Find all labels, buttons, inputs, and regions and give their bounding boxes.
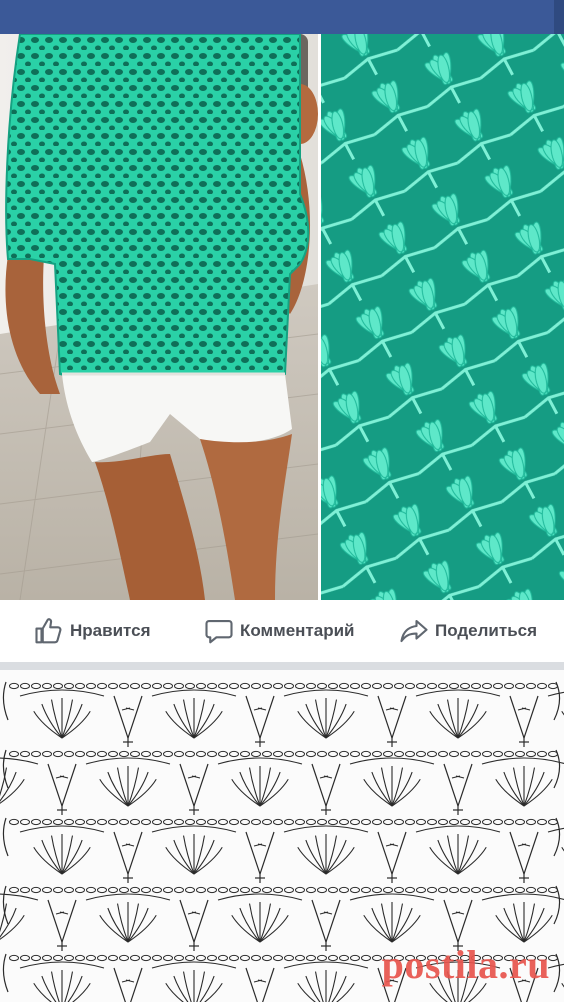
turquoise-top-photo[interactable] [0, 34, 318, 600]
share-button[interactable]: Поделиться [399, 600, 537, 662]
thumbs-up-icon [35, 618, 62, 644]
comment-label: Комментарий [240, 621, 355, 640]
app-top-bar [0, 0, 564, 34]
crochet-pattern-diagram[interactable]: postila.ru [0, 670, 564, 1002]
speech-bubble-icon [205, 619, 233, 644]
stitch-closeup-photo[interactable] [321, 34, 564, 600]
post-photo-collage[interactable] [0, 34, 564, 600]
post-action-bar: Нравится Комментарий Поделиться [0, 600, 564, 663]
comment-button[interactable]: Комментарий [204, 600, 354, 662]
like-label: Нравится [70, 621, 151, 640]
share-label: Поделиться [435, 621, 538, 640]
site-watermark: postila.ru [381, 942, 550, 987]
top-bar-edge [554, 0, 564, 34]
share-arrow-icon [400, 619, 428, 643]
feed-divider [0, 662, 564, 670]
like-button[interactable]: Нравится [34, 600, 151, 662]
